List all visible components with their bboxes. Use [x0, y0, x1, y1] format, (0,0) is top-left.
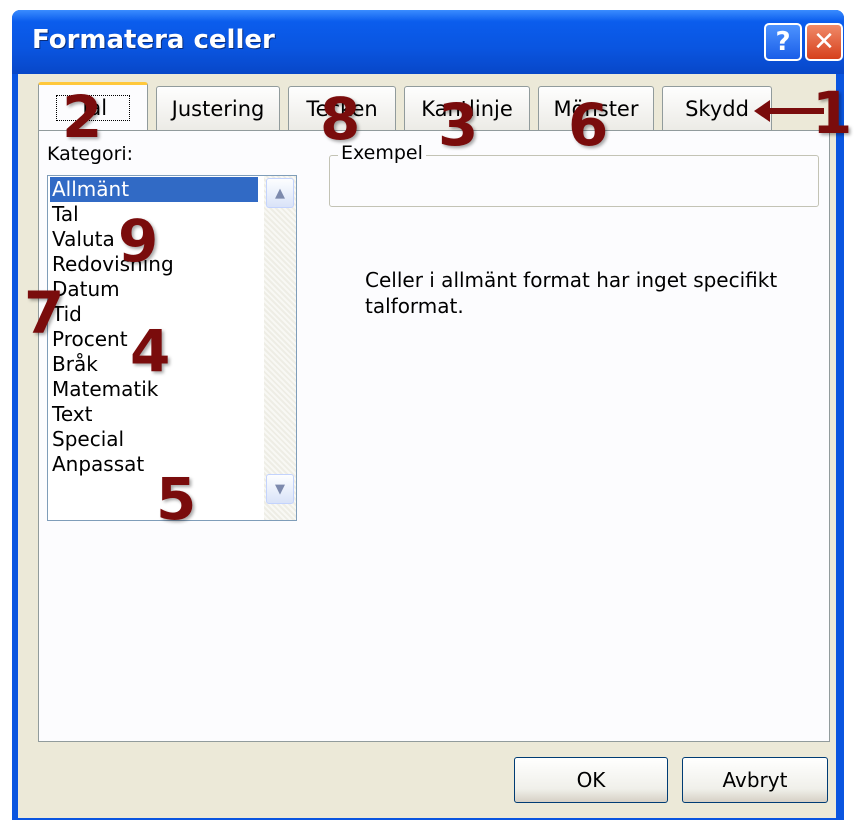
dialog-client-area: Tal Justering Tecken Kantlinje Mönster S… — [18, 74, 836, 818]
list-item[interactable]: Anpassat — [50, 452, 258, 477]
tab-strip: Tal Justering Tecken Kantlinje Mönster S… — [38, 82, 798, 132]
tab-label: Justering — [171, 96, 265, 121]
tab-justering[interactable]: Justering — [156, 86, 280, 130]
cancel-button[interactable]: Avbryt — [682, 757, 828, 803]
annotation-3: 3 — [438, 91, 479, 159]
list-item[interactable]: Datum — [50, 277, 258, 302]
annotation-6: 6 — [568, 91, 609, 159]
annotation-5: 5 — [156, 465, 197, 533]
arrow-icon — [754, 100, 824, 122]
tab-label: Skydd — [685, 96, 749, 121]
format-description: Celler i allmänt format har inget specif… — [365, 268, 778, 318]
annotation-7: 7 — [24, 279, 65, 347]
list-item[interactable]: Special — [50, 427, 258, 452]
example-groupbox: Exempel — [329, 142, 819, 207]
annotation-4: 4 — [130, 317, 171, 385]
list-item[interactable]: Allmänt — [50, 177, 258, 202]
format-cells-dialog: Formatera celler ? ✕ Tal Justering Tecke… — [12, 10, 844, 820]
annotation-9: 9 — [118, 207, 159, 275]
scroll-down-icon: ▼ — [275, 481, 285, 497]
list-item[interactable]: Text — [50, 402, 258, 427]
help-icon: ? — [775, 27, 791, 57]
scroll-up-icon: ▲ — [275, 185, 285, 201]
help-button[interactable]: ? — [764, 23, 802, 61]
dialog-title: Formatera celler — [32, 25, 275, 55]
annotation-2: 2 — [62, 83, 103, 151]
list-scrollbar[interactable]: ▲ ▼ — [264, 176, 296, 520]
annotation-8: 8 — [320, 85, 361, 153]
scroll-down-button[interactable]: ▼ — [266, 474, 294, 504]
title-bar[interactable]: Formatera celler ? ✕ — [12, 10, 844, 74]
close-button[interactable]: ✕ — [805, 23, 843, 61]
ok-button[interactable]: OK — [514, 757, 668, 803]
close-icon: ✕ — [813, 27, 835, 57]
scroll-up-button[interactable]: ▲ — [266, 178, 294, 208]
